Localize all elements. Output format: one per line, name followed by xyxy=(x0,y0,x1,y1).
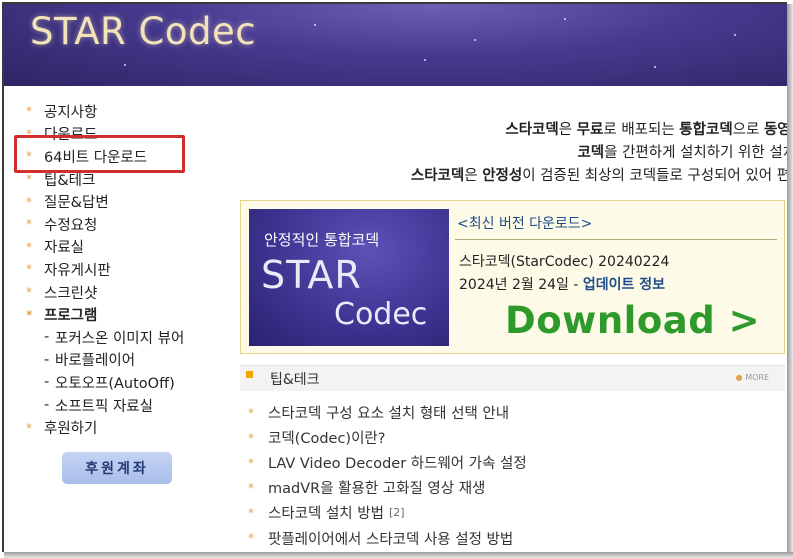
intro-text-part: 으로 xyxy=(732,122,764,138)
intro-text-part: 은 xyxy=(464,168,483,184)
download-button[interactable]: Download > xyxy=(505,299,760,342)
dot-icon: ● xyxy=(735,373,746,382)
release-date-text: 2024년 2월 24일 - xyxy=(459,277,583,293)
list-item[interactable]: * 코덱(Codec)이란? xyxy=(248,425,527,450)
sidebar-subitem-label: 바로플레이어 xyxy=(55,353,136,370)
sidebar-item-notice[interactable]: * 공지사항 xyxy=(26,100,216,123)
release-date: 2024년 2월 24일 - 업데이트 정보 xyxy=(459,274,665,294)
bullet-icon: * xyxy=(248,430,254,445)
bullet-icon: * xyxy=(26,217,32,232)
sidebar-item-programs[interactable]: * 프로그램 xyxy=(26,303,216,326)
dash-icon: - xyxy=(44,329,50,346)
sidebar-item-donate[interactable]: * 후원하기 xyxy=(26,416,216,439)
list-item[interactable]: * 스타코덱 설치 방법 [2] xyxy=(248,500,527,525)
site-logo[interactable]: STAR Codec xyxy=(30,10,256,53)
intro-emphasis: 코덱 xyxy=(577,145,605,161)
bullet-icon: * xyxy=(26,262,32,277)
divider xyxy=(455,239,777,240)
tip-label: madVR을 활용한 고화질 영상 재생 xyxy=(268,481,486,498)
intro-text-part: 이 검증된 최상의 코덱들로 구성되어 있어 편 xyxy=(522,168,787,184)
intro-line-1: 스타코덱은 무료로 배포되는 통합코덱으로 동영상 xyxy=(234,119,787,142)
latest-version-download-link[interactable]: <최신 버전 다운로드> xyxy=(457,213,592,233)
sidebar-item-label: 공지사항 xyxy=(44,104,98,121)
bullet-icon: * xyxy=(248,531,254,546)
sidebar-item-label: 스크린샷 xyxy=(44,285,98,302)
bullet-icon: * xyxy=(248,505,254,520)
bullet-icon: * xyxy=(26,285,32,300)
sidebar-subitem-baro-player[interactable]: - 바로플레이어 xyxy=(26,349,216,372)
intro-emphasis: 통합코덱 xyxy=(679,122,733,138)
window-shadow-right xyxy=(787,4,793,556)
intro-text-part: 로 배포되는 xyxy=(603,122,680,138)
sidebar-item-label: 프로그램 xyxy=(44,308,98,325)
tip-label: LAV Video Decoder 하드웨어 가속 설정 xyxy=(268,456,527,473)
tip-label: 스타코덱 구성 요소 설치 형태 선택 안내 xyxy=(268,406,510,423)
square-bullet-icon xyxy=(246,371,253,378)
dash-icon: - xyxy=(44,351,50,368)
promo-word-codec: Codec xyxy=(334,297,428,332)
bullet-icon: * xyxy=(248,455,254,470)
list-item[interactable]: * madVR을 활용한 고화질 영상 재생 xyxy=(248,475,527,500)
list-item[interactable]: * LAV Video Decoder 하드웨어 가속 설정 xyxy=(248,450,527,475)
highlight-box xyxy=(14,135,185,173)
tip-label: 코덱(Codec)이란? xyxy=(268,431,386,448)
bullet-icon: * xyxy=(26,239,32,254)
bullet-icon: * xyxy=(26,420,32,435)
intro-text-part: 은 xyxy=(558,122,577,138)
tips-list: * 스타코덱 구성 요소 설치 형태 선택 안내 * 코덱(Codec)이란? * L… xyxy=(248,400,527,551)
download-panel: 안정적인 통합코덱 STAR Codec <최신 버전 다운로드> 스타코덱(S… xyxy=(240,200,785,354)
tips-section-title[interactable]: 팁&테크 xyxy=(270,369,320,389)
intro-emphasis: 스타코덱 xyxy=(505,122,559,138)
sidebar-item-free-board[interactable]: * 자유게시판 xyxy=(26,258,216,281)
sidebar-item-label: 질문&답변 xyxy=(44,195,109,212)
header-banner: STAR Codec xyxy=(4,4,787,86)
sidebar-subitem-softpick-archive[interactable]: - 소프트픽 자료실 xyxy=(26,394,216,417)
list-item[interactable]: * 팟플레이어에서 스타코덱 사용 설정 방법 xyxy=(248,525,527,550)
browser-window: STAR Codec * 공지사항 * 다운로드 * 64비트 다운로드 * 팁&테크 … xyxy=(2,2,787,552)
bullet-icon: * xyxy=(26,172,32,187)
more-link[interactable]: ● MORE xyxy=(736,373,769,382)
intro-emphasis: 동영상 xyxy=(763,122,787,138)
comment-count: [2] xyxy=(388,506,405,520)
starcodec-promo-image[interactable]: 안정적인 통합코덱 STAR Codec xyxy=(249,209,449,346)
sidebar-item-label: 수정요청 xyxy=(44,217,98,234)
sidebar-subitem-label: 오토오프(AutoOff) xyxy=(55,375,175,392)
sidebar-subitem-label: 포커스온 이미지 뷰어 xyxy=(55,330,185,347)
tip-label: 팟플레이어에서 스타코덱 사용 설정 방법 xyxy=(268,531,514,548)
intro-text: 스타코덱은 무료로 배포되는 통합코덱으로 동영상 코덱을 간편하게 설치하기 … xyxy=(234,119,787,188)
sidebar-item-label: 자료실 xyxy=(44,240,85,257)
bullet-icon: * xyxy=(26,307,33,322)
sidebar-subitem-focuson-viewer[interactable]: - 포커스온 이미지 뷰어 xyxy=(26,326,216,349)
promo-tagline: 안정적인 통합코덱 xyxy=(264,231,380,249)
intro-line-3: 스타코덱은 안정성이 검증된 최상의 코덱들로 구성되어 있어 편 xyxy=(234,165,787,188)
sidebar-subitem-label: 소프트픽 자료실 xyxy=(55,398,153,415)
intro-line-2: 코덱을 간편하게 설치하기 위한 설치 xyxy=(234,142,787,165)
sidebar-item-fix-request[interactable]: * 수정요청 xyxy=(26,213,216,236)
sidebar-subitem-autooff[interactable]: - 오토오프(AutoOff) xyxy=(26,371,216,394)
tip-label: 스타코덱 설치 방법 xyxy=(268,506,384,523)
dash-icon: - xyxy=(44,397,50,414)
window-shadow-bottom xyxy=(4,552,793,558)
version-text: 스타코덱(StarCodec) 20240224 xyxy=(459,254,670,270)
bullet-icon: * xyxy=(26,194,32,209)
dash-icon: - xyxy=(44,374,50,391)
tips-section-header: 팁&테크 ● MORE xyxy=(240,365,785,391)
intro-text-part: 을 간편하게 설치하기 위한 설치 xyxy=(604,145,787,161)
sidebar-item-archive[interactable]: * 자료실 xyxy=(26,236,216,259)
bullet-icon: * xyxy=(248,480,254,495)
intro-emphasis: 스타코덱 xyxy=(410,168,465,184)
promo-word-star: STAR xyxy=(261,253,362,297)
sidebar-item-qna[interactable]: * 질문&답변 xyxy=(26,190,216,213)
sidebar-item-label: 자유게시판 xyxy=(44,262,111,279)
bullet-icon: * xyxy=(248,405,254,420)
sidebar-item-screenshots[interactable]: * 스크린샷 xyxy=(26,281,216,304)
sidebar-item-label: 후원하기 xyxy=(44,421,98,438)
list-item[interactable]: * 스타코덱 구성 요소 설치 형태 선택 안내 xyxy=(248,400,527,425)
update-info-link[interactable]: 업데이트 정보 xyxy=(583,277,665,293)
intro-emphasis: 무료 xyxy=(576,122,604,138)
more-label: MORE xyxy=(745,373,769,382)
bullet-icon: * xyxy=(26,104,32,119)
intro-emphasis: 안정성 xyxy=(482,168,523,184)
donate-account-button[interactable]: 후원계좌 xyxy=(62,452,172,484)
